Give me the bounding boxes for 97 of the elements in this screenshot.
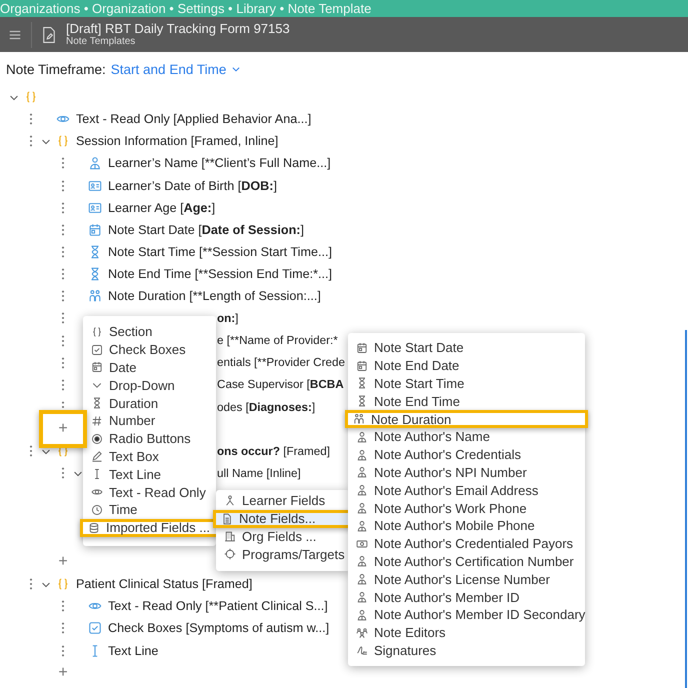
banknote-icon — [356, 538, 368, 550]
section-title[interactable]: ull Name [Inline] — [217, 466, 301, 480]
menu-item[interactable]: Note Editors — [348, 624, 585, 642]
menu-item[interactable]: Note Author's Credentials — [348, 446, 585, 464]
field-label[interactable]: Text - Read Only [**Patient Clinical S...] — [108, 599, 328, 614]
menu-item[interactable]: Org Fields ... — [216, 528, 350, 546]
menu-item[interactable]: Note Author's License Number — [348, 570, 585, 588]
id-card-icon — [88, 178, 102, 193]
menu-item[interactable]: Check Boxes — [83, 340, 216, 359]
person-icon — [356, 555, 368, 568]
people-icon — [353, 413, 365, 426]
menu-item[interactable]: Section — [83, 323, 216, 341]
calendar-icon — [91, 361, 103, 374]
timeframe-label: Note Timeframe: — [6, 62, 106, 76]
field-label[interactable]: e [**Name of Provider:* — [217, 334, 338, 348]
person-icon — [356, 573, 368, 586]
section-title[interactable]: Session Information [Framed, Inline] — [76, 134, 278, 148]
menu-item[interactable]: Note Author's NPI Number — [348, 464, 585, 482]
field-label[interactable]: Note Duration [**Length of Session:...] — [108, 289, 321, 304]
hourglass-icon — [91, 397, 103, 410]
hourglass-icon — [356, 395, 368, 408]
menu-item[interactable]: Signatures — [348, 642, 585, 660]
database-icon — [88, 522, 100, 534]
braces-icon — [24, 90, 38, 104]
menu-item[interactable]: Duration — [83, 394, 216, 412]
menu-item[interactable]: Note End Date — [348, 356, 585, 375]
menu-item[interactable]: Drop-Down — [83, 376, 216, 394]
menu-item[interactable]: Note Author's Member ID Secondary — [348, 606, 585, 624]
menu-item[interactable]: Note Author's Member ID — [348, 588, 585, 606]
document-edit-icon — [42, 26, 56, 44]
building-icon — [224, 530, 236, 542]
braces-icon — [56, 134, 70, 148]
page-title: [Draft] RBT Daily Tracking Form 97153 — [66, 21, 290, 36]
field-label[interactable]: odes [Diagnoses:] — [217, 400, 316, 414]
person-icon — [356, 520, 368, 532]
menu-item[interactable]: Note Start Time — [348, 374, 585, 392]
add-button[interactable]: + — [56, 553, 70, 572]
calendar-icon — [356, 342, 368, 354]
add-button[interactable]: + — [39, 410, 87, 448]
field-label[interactable]: Text - Read Only [Applied Behavior Ana...] — [76, 112, 312, 126]
menu-item[interactable]: Note End Time — [348, 392, 585, 410]
field-label[interactable]: Text Line — [108, 644, 158, 658]
menu-item[interactable]: Text - Read Only — [83, 483, 216, 501]
page-subtitle: Note Templates — [66, 36, 136, 48]
menu-item[interactable]: Note Author's Credentialed Payors — [348, 534, 585, 553]
document-icon — [221, 512, 233, 525]
clock-icon — [91, 504, 103, 516]
field-label[interactable]: Learner’s Name [**Client’s Full Name...] — [108, 156, 331, 170]
field-label[interactable]: on:] — [217, 312, 238, 325]
field-label[interactable]: Note End Time [**Session End Time:*...] — [108, 267, 332, 282]
id-card-icon — [88, 200, 102, 215]
field-label[interactable]: entials [**Provider Crede — [217, 356, 345, 370]
checkbox-icon — [88, 621, 102, 636]
person-icon — [356, 484, 368, 496]
people-icon — [88, 289, 102, 304]
add-button[interactable]: + — [56, 664, 70, 682]
section-title[interactable]: ons occur? [Framed] — [217, 444, 330, 458]
timeframe-dropdown[interactable]: Start and End Time — [110, 62, 242, 76]
menu-item[interactable]: Imported Fields ... — [80, 518, 219, 537]
hash-icon — [91, 414, 103, 427]
menu-item[interactable]: Time — [83, 500, 216, 519]
person-icon — [88, 156, 102, 170]
hourglass-icon — [356, 377, 368, 390]
field-label[interactable]: Check Boxes [Symptoms of autism w...] — [108, 621, 330, 636]
menu-item[interactable]: Note Author's Certification Number — [348, 552, 585, 570]
radio-icon — [91, 432, 103, 445]
section-title[interactable]: Patient Clinical Status [Framed] — [76, 577, 252, 592]
menu-item[interactable]: Note Start Date — [348, 339, 585, 357]
person-tree-icon — [224, 494, 236, 507]
menu-item[interactable]: Learner Fields — [216, 492, 350, 510]
menu-item[interactable]: Text Box — [83, 448, 216, 466]
field-label[interactable]: Note Start Time [**Session Start Time...] — [108, 245, 332, 260]
person-icon — [356, 608, 368, 621]
target-icon — [224, 548, 236, 560]
field-label[interactable]: Learner’s Date of Birth [DOB:] — [108, 178, 277, 193]
menu-item[interactable]: Note Duration — [345, 410, 588, 428]
person-icon — [356, 430, 368, 443]
person-icon — [356, 591, 368, 604]
person-icon — [356, 502, 368, 514]
field-label[interactable]: Note Start Date [Date of Session:] — [108, 222, 304, 237]
person-icon — [356, 466, 368, 478]
calendar-icon — [88, 222, 102, 237]
menu-item[interactable]: Date — [83, 358, 216, 376]
braces-icon — [56, 577, 70, 592]
checkbox-icon — [91, 344, 103, 356]
menu-item[interactable]: Note Author's Email Address — [348, 481, 585, 500]
menu-item[interactable]: Note Author's Name — [348, 428, 585, 446]
braces-icon — [91, 326, 103, 338]
field-label[interactable]: Case Supervisor [BCBA — [217, 378, 344, 392]
group-icon — [356, 626, 368, 639]
menu-item[interactable]: Programs/Targets — [216, 545, 350, 564]
pencil-icon — [91, 450, 103, 462]
field-label[interactable]: Learner Age [Age:] — [108, 200, 216, 215]
signature-icon — [356, 644, 368, 656]
menu-item[interactable]: Text Line — [83, 465, 216, 484]
calendar-icon — [356, 360, 368, 372]
person-icon — [356, 448, 368, 461]
